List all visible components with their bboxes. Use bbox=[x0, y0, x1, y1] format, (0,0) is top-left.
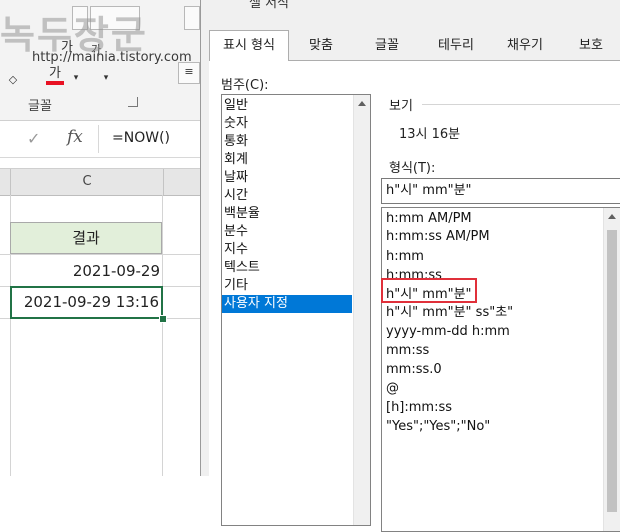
column-header-c[interactable]: C bbox=[10, 169, 164, 195]
category-currency[interactable]: 통화 bbox=[222, 133, 352, 151]
font-color-chevron-down-icon[interactable]: ▾ bbox=[70, 66, 82, 90]
header-cell[interactable]: 결과 bbox=[10, 222, 162, 254]
worksheet-grid[interactable]: C 결과 2021-09-29 2021-09-29 13:16 bbox=[0, 158, 200, 476]
dialog-title: 셀 서식 bbox=[249, 0, 290, 11]
tab-fill[interactable]: 채우기 bbox=[491, 32, 559, 60]
tab-border[interactable]: 테두리 bbox=[423, 32, 489, 60]
formula-bar: ✓ fx =NOW() bbox=[0, 121, 200, 158]
scroll-up-icon[interactable] bbox=[608, 214, 616, 219]
tab-alignment[interactable]: 맞춤 bbox=[289, 32, 353, 60]
format-item[interactable]: mm:ss.0 bbox=[386, 361, 442, 379]
sample-divider bbox=[422, 104, 620, 105]
format-item[interactable]: h:mm:ss AM/PM bbox=[386, 228, 490, 246]
grid-line bbox=[162, 195, 163, 476]
category-percentage[interactable]: 백분율 bbox=[222, 205, 352, 223]
wrap-text-button[interactable] bbox=[184, 6, 200, 30]
highlight-box bbox=[381, 278, 477, 303]
category-special[interactable]: 기타 bbox=[222, 277, 352, 295]
dialog-launcher-icon[interactable] bbox=[128, 97, 138, 107]
category-general[interactable]: 일반 bbox=[222, 97, 352, 115]
date-cell[interactable]: 2021-09-29 bbox=[10, 255, 160, 287]
dialog-tabs: 표시 형식 맞춤 글꼴 테두리 채우기 보호 bbox=[209, 30, 620, 61]
fill-color-icon[interactable]: ◇ bbox=[6, 68, 20, 92]
align-button[interactable]: ≡ bbox=[178, 62, 200, 84]
fill-handle[interactable] bbox=[159, 315, 167, 323]
watermark-url: http://mainia.tistory.com bbox=[32, 50, 192, 65]
category-fraction[interactable]: 분수 bbox=[222, 223, 352, 241]
type-input[interactable]: h"시" mm"분" bbox=[381, 178, 620, 204]
category-custom[interactable]: 사용자 지정 bbox=[222, 295, 352, 313]
formula-input[interactable]: =NOW() bbox=[112, 130, 170, 146]
tab-font[interactable]: 글꼴 bbox=[355, 32, 419, 60]
format-cells-dialog: 셀 서식 표시 형식 맞춤 글꼴 테두리 채우기 보호 범주(C): 일반 숫자… bbox=[200, 0, 620, 532]
format-item[interactable]: h:mm bbox=[386, 248, 424, 266]
category-list[interactable]: 일반 숫자 통화 회계 날짜 시간 백분율 분수 지수 텍스트 기타 사용자 지… bbox=[221, 94, 371, 526]
insert-function-icon[interactable]: fx bbox=[67, 127, 83, 147]
format-item[interactable]: "Yes";"Yes";"No" bbox=[386, 418, 490, 436]
font-color-swatch bbox=[46, 81, 64, 85]
format-item[interactable]: h"시" mm"분" ss"초" bbox=[386, 304, 513, 322]
sample-label: 보기 bbox=[389, 99, 413, 114]
selected-cell[interactable]: 2021-09-29 13:16 bbox=[10, 286, 163, 319]
format-item[interactable]: h:mm AM/PM bbox=[386, 210, 472, 228]
font-group-label: 글꼴 bbox=[28, 99, 52, 114]
format-item[interactable]: yyyy-mm-dd h:mm bbox=[386, 323, 510, 341]
type-label: 형식(T): bbox=[389, 161, 436, 176]
category-label: 범주(C): bbox=[221, 78, 269, 93]
tab-protection[interactable]: 보호 bbox=[561, 32, 620, 60]
category-number[interactable]: 숫자 bbox=[222, 115, 352, 133]
category-time[interactable]: 시간 bbox=[222, 187, 352, 205]
category-accounting[interactable]: 회계 bbox=[222, 151, 352, 169]
category-scientific[interactable]: 지수 bbox=[222, 241, 352, 259]
datetime-value: 2021-09-29 13:16 bbox=[23, 293, 159, 311]
enter-check-icon[interactable]: ✓ bbox=[27, 129, 40, 148]
format-item[interactable]: @ bbox=[386, 380, 399, 398]
number-tab-panel: 범주(C): 일반 숫자 통화 회계 날짜 시간 백분율 분수 지수 텍스트 기… bbox=[209, 61, 620, 532]
format-list[interactable]: h:mm AM/PM h:mm:ss AM/PM h:mm h:mm:ss h"… bbox=[381, 207, 620, 532]
column-header-row: C bbox=[0, 168, 200, 196]
format-scrollbar[interactable] bbox=[603, 208, 620, 531]
category-scrollbar[interactable] bbox=[353, 95, 370, 525]
scroll-thumb[interactable] bbox=[607, 230, 617, 512]
font-color-label: 가 bbox=[49, 66, 61, 81]
category-date[interactable]: 날짜 bbox=[222, 169, 352, 187]
formula-bar-divider bbox=[98, 125, 99, 153]
format-item[interactable]: [h]:mm:ss bbox=[386, 399, 452, 417]
scroll-up-icon[interactable] bbox=[358, 101, 366, 106]
sample-value: 13시 16분 bbox=[399, 127, 461, 142]
tab-number[interactable]: 표시 형식 bbox=[209, 30, 289, 61]
format-item[interactable]: mm:ss bbox=[386, 342, 429, 360]
excel-ribbon: 가 가 ◇ 가 ▾ ▾ ≡ 녹두장군 http://mainia.tistory… bbox=[0, 0, 200, 120]
chevron-down-icon[interactable]: ▾ bbox=[100, 66, 112, 90]
category-text[interactable]: 텍스트 bbox=[222, 259, 352, 277]
